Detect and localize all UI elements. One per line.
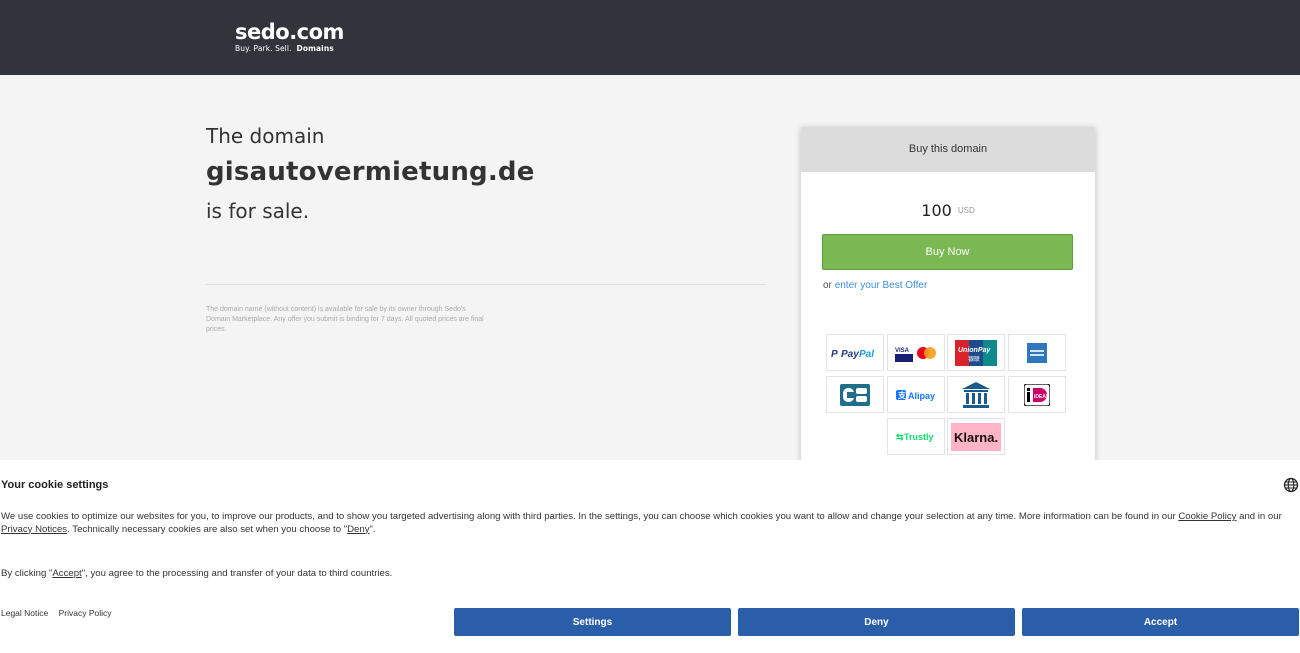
paypal-logo: P Pay Pal <box>826 334 884 371</box>
sale-disclaimer: The domain name (without content) is ava… <box>206 306 484 333</box>
svg-text:⇆: ⇆ <box>896 432 904 442</box>
cookie-footer-links: Legal Notice Privacy Policy <box>1 608 120 618</box>
best-offer-row: or enter your Best Offer <box>823 280 928 291</box>
divider <box>206 284 766 285</box>
accept-button[interactable]: Accept <box>1022 608 1299 636</box>
svg-text:Alipay: Alipay <box>908 391 935 401</box>
best-offer-link[interactable]: enter your Best Offer <box>835 280 928 291</box>
privacy-notices-link[interactable]: Privacy Notices <box>1 524 67 535</box>
svg-text:银联: 银联 <box>968 355 980 363</box>
price: 100 USD <box>801 201 1095 221</box>
visa-mastercard-logo: VISA <box>887 334 945 371</box>
privacy-policy-link[interactable]: Privacy Policy <box>59 608 112 618</box>
cookie-banner-title: Your cookie settings <box>1 479 109 491</box>
unionpay-logo: UnionPay 银联 <box>947 334 1005 371</box>
klarna-logo: Klarna. <box>947 418 1005 455</box>
amex-logo <box>1008 334 1066 371</box>
language-globe-icon[interactable] <box>1283 477 1299 493</box>
cookie-banner: Your cookie settings We use cookies to o… <box>0 460 1300 653</box>
svg-text:UnionPay: UnionPay <box>958 347 991 354</box>
svg-text:Trustly: Trustly <box>904 432 934 442</box>
ideal-logo: iDEAL <box>1008 376 1066 413</box>
svg-text:支: 支 <box>897 390 907 400</box>
for-sale-text: is for sale. <box>206 199 310 223</box>
accept-inline-link[interactable]: Accept <box>52 568 81 579</box>
domain-name: gisautovermietung.de <box>206 157 535 187</box>
settings-button[interactable]: Settings <box>454 608 731 636</box>
buy-domain-card: Buy this domain 100 USD Buy Now or enter … <box>801 127 1095 467</box>
svg-text:iDEAL: iDEAL <box>1034 394 1049 400</box>
cb-logo <box>826 376 884 413</box>
buy-card-title: Buy this domain <box>801 127 1095 172</box>
logo-wordmark: sedo.com <box>235 20 344 44</box>
svg-text:Klarna.: Klarna. <box>954 430 998 445</box>
sedo-logo[interactable]: sedo.com Buy. Park. Sell. Domains <box>235 20 344 53</box>
legal-notice-link[interactable]: Legal Notice <box>1 608 48 618</box>
svg-text:P: P <box>831 349 838 360</box>
bank-icon <box>947 376 1005 413</box>
domain-intro: The domain <box>206 124 325 148</box>
svg-text:Pal: Pal <box>859 349 874 360</box>
trustly-logo: ⇆ Trustly <box>887 418 945 455</box>
deny-button[interactable]: Deny <box>738 608 1015 636</box>
cookie-accept-notice: By clicking "Accept", you agree to the p… <box>1 568 393 579</box>
price-currency: USD <box>957 206 975 215</box>
logo-tagline: Buy. Park. Sell. Domains <box>235 44 334 53</box>
site-header: sedo.com Buy. Park. Sell. Domains <box>0 0 1300 75</box>
price-value: 100 <box>921 201 952 220</box>
svg-text:VISA: VISA <box>895 348 910 354</box>
deny-inline-link[interactable]: Deny <box>347 524 369 535</box>
cookie-policy-link[interactable]: Cookie Policy <box>1178 511 1236 522</box>
cookie-description: We use cookies to optimize our websites … <box>1 511 1282 535</box>
svg-text:Pay: Pay <box>841 349 859 360</box>
alipay-logo: 支 Alipay <box>887 376 945 413</box>
buy-now-button[interactable]: Buy Now <box>822 234 1073 270</box>
